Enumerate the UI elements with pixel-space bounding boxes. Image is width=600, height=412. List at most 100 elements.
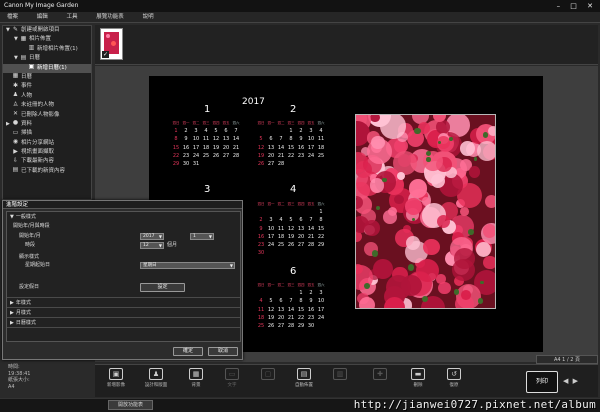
sidebar-item-label: 已刪除人物影像 <box>21 111 60 118</box>
day-cell: 26 <box>287 241 295 248</box>
day-cell: 12 <box>287 225 295 232</box>
sidebar-item-7[interactable]: ♟ 人物 <box>3 92 91 101</box>
toolbar-button-label: 自動佈置 <box>295 383 313 388</box>
day-cell: 29 <box>317 241 325 248</box>
sidebar-item-2[interactable]: ▥ 新增相片佈置(1) <box>3 45 91 54</box>
day-cell: 18 <box>317 144 325 151</box>
day-cell: 21 <box>277 152 285 159</box>
toolbar-button-label: 刪除 <box>413 383 423 388</box>
calendar-year: 2017 <box>242 97 265 107</box>
holiday-settings-button[interactable]: 設定 <box>140 283 185 292</box>
day-cell: 10 <box>317 298 325 305</box>
day-cell: 19 <box>267 314 275 321</box>
day-cell: 2 <box>259 217 263 224</box>
day-cell: 20 <box>222 144 230 151</box>
weekday-label: 週三 <box>287 121 295 125</box>
weekday-header-row: 週日週一週二週三週四週五週六 <box>256 200 326 208</box>
weekday-label: 週五 <box>307 121 315 125</box>
section-calendar[interactable]: ▶ 日曆樣式 <box>7 318 240 328</box>
day-cell: 8 <box>319 217 323 224</box>
day-cell <box>306 160 316 168</box>
toolbar-button-8[interactable]: ▬ 刪除 <box>405 368 431 396</box>
year-combo[interactable]: 2017 ▼ <box>140 233 164 240</box>
week-start-label: 星期起始日 <box>25 262 51 268</box>
menu-edit[interactable]: 編輯 <box>37 14 48 20</box>
sidebar-item-label: 事件 <box>21 83 33 90</box>
day-cell: 8 <box>174 136 178 143</box>
status-bar: 開放功能表 http://jianwei0727.pixnet.net/albu… <box>0 398 600 412</box>
sidebar-item-8[interactable]: ♙ 未註冊的人物 <box>3 101 91 110</box>
sidebar-item-9[interactable]: ✕ 已刪除人物影像 <box>3 111 91 120</box>
sidebar-item-13[interactable]: ▶ 視訊畫面擷取 <box>3 148 91 157</box>
period-combo[interactable]: 12 ▼ <box>140 242 164 249</box>
weekday-label: 週日 <box>172 121 180 125</box>
sidebar-item-10[interactable]: ▶ ● 資料 <box>3 120 91 129</box>
section-month[interactable]: ▶ 月樣式 <box>7 308 240 318</box>
week-row: 1 <box>256 208 326 216</box>
month-combo[interactable]: 1 ▼ <box>190 233 214 240</box>
day-cell: 25 <box>257 322 265 329</box>
sidebar-item-0[interactable]: ▼ ✎ 創建或開啟項目 <box>3 26 91 35</box>
toolbar-button-9[interactable]: ↺ 復原 <box>441 368 467 396</box>
sidebar-item-icon: ♟ <box>12 91 19 99</box>
day-cell: 29 <box>297 322 305 329</box>
menu-file[interactable]: 檔案 <box>7 14 18 20</box>
sidebar-item-15[interactable]: ▤ 已下載的新資內容 <box>3 167 91 176</box>
toolbar-button-0[interactable]: ▣ 新增影像 <box>103 368 129 396</box>
day-cell: 18 <box>257 314 265 321</box>
menu-tools[interactable]: 工具 <box>67 14 78 20</box>
day-cell: 19 <box>257 152 265 159</box>
sidebar-item-11[interactable]: ▭ 掃描 <box>3 129 91 138</box>
section-year[interactable]: ▶ 年樣式 <box>7 298 240 308</box>
section-general[interactable]: ▼ 一般樣式 開始年/月與時段 開始年/月 2017 ▼ 1 ▼ 時段 12 ▼ 個月 … <box>7 212 240 298</box>
page-nav-arrows[interactable]: ◀ ▶ <box>563 377 595 387</box>
print-button[interactable]: 列印 <box>526 371 558 393</box>
day-cell: 7 <box>289 298 293 305</box>
week-row: 11 12 13 14 15 16 17 <box>256 306 326 314</box>
ok-button[interactable]: 確定 <box>173 347 203 356</box>
sidebar-item-icon: ▭ <box>12 129 19 136</box>
menu-showcase[interactable]: 展覽功能表 <box>96 14 124 20</box>
toolbar-button-1[interactable]: ♟ 設計和版面 <box>143 368 169 396</box>
azalea-photo[interactable] <box>355 114 496 309</box>
toolbar-button-2[interactable]: ▦ 背景 <box>183 368 209 396</box>
toolbar-button-5[interactable]: ▤ 自動佈置 <box>291 368 317 396</box>
dialog-body: ▼ 一般樣式 開始年/月與時段 開始年/月 2017 ▼ 1 ▼ 時段 12 ▼ 個月 … <box>6 211 241 342</box>
cancel-button[interactable]: 取消 <box>208 347 238 356</box>
toolbar-button-4[interactable]: ▢ <box>255 368 281 396</box>
day-cell: 11 <box>317 136 325 143</box>
day-cell: 8 <box>299 298 303 305</box>
open-menu-tab[interactable]: 開放功能表 <box>108 400 153 410</box>
sidebar-item-4[interactable]: ▣ 新增日曆(1) <box>3 63 91 73</box>
day-cell <box>256 289 266 297</box>
sidebar-item-14[interactable]: ⇩ 下載最新內容 <box>3 157 91 166</box>
section-calendar-label: 日曆樣式 <box>15 320 36 326</box>
menu-help[interactable]: 說明 <box>143 14 154 20</box>
sidebar-item-label: 日曆 <box>21 73 33 80</box>
sidebar-item-1[interactable]: ▼ ▦ 相片佈置 <box>3 35 91 44</box>
day-cell: 14 <box>287 306 295 313</box>
day-cell: 17 <box>267 233 275 240</box>
day-cell: 5 <box>269 298 273 305</box>
sidebar-item-6[interactable]: ✱ 事件 <box>3 82 91 91</box>
weekday-header-row: 週日週一週二週三週四週五週六 <box>256 119 326 127</box>
toolbar-button-7[interactable]: ✚ <box>367 368 393 396</box>
page-indicator: A4 1 / 2 頁 <box>536 355 598 364</box>
sidebar-item-5[interactable]: ▦ 日曆 <box>3 73 91 82</box>
menu-bar: 檔案 編輯 工具 展覽功能表 說明 <box>0 12 600 23</box>
toolbar-button-3[interactable]: ▭ 文字 <box>219 368 245 396</box>
page-thumbnail[interactable]: ✓ <box>100 28 123 60</box>
window-controls[interactable]: – □ ✕ <box>557 0 597 12</box>
weekday-label: 週一 <box>267 283 275 287</box>
day-cell <box>266 249 276 257</box>
sidebar-item-3[interactable]: ▼ ▤ 日曆 <box>3 54 91 63</box>
toolbar-button-6[interactable]: ▥ <box>327 368 353 396</box>
week-start-combo[interactable]: 星期日 ▼ <box>140 262 235 269</box>
sidebar-item-12[interactable]: ◉ 相片分享網站 <box>3 139 91 148</box>
day-cell: 6 <box>224 128 228 135</box>
day-cell: 13 <box>277 306 285 313</box>
week-row: 4 5 6 7 8 9 10 <box>256 297 326 305</box>
weekday-label: 週一 <box>267 202 275 206</box>
sidebar-item-label: 相片佈置 <box>29 36 52 43</box>
toolbar-button-label: 設計和版面 <box>144 383 168 388</box>
